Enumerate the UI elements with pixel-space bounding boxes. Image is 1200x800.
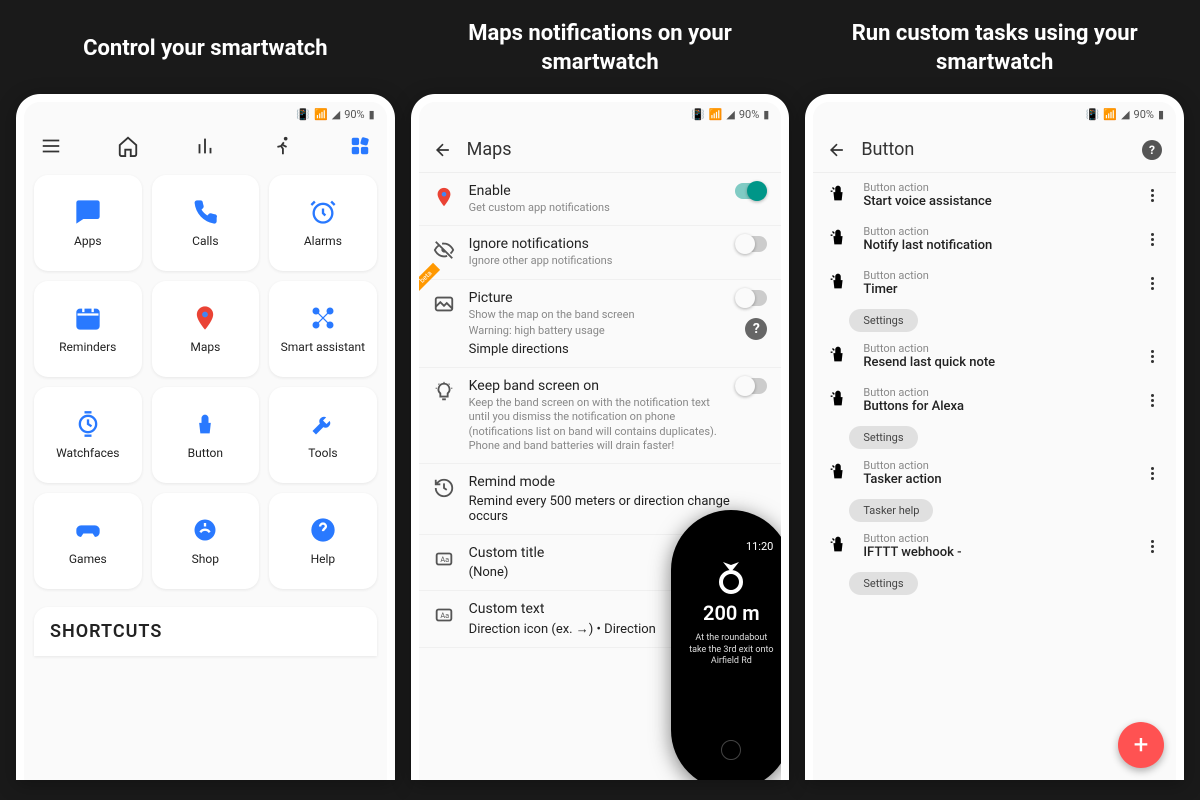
panel-button: Run custom tasks using your smartwatch 📳… — [805, 20, 1184, 780]
help-icon[interactable]: ? — [1142, 140, 1162, 160]
tile-maps[interactable]: Maps — [152, 281, 260, 377]
statusbar: 📳 📶 ◢ 90% ▮ — [24, 102, 387, 127]
tile-button[interactable]: Button — [152, 387, 260, 483]
phone-3: 📳📶◢ 90%▮ Button ? Button action Start vo… — [805, 94, 1184, 780]
bulb-icon — [433, 381, 455, 403]
tile-grid: Apps Calls Alarms Reminders Maps Smart a… — [24, 165, 387, 599]
chip-button[interactable]: Tasker help — [849, 499, 933, 522]
eye-off-icon — [433, 239, 455, 261]
panel-title-2: Maps notifications on your smartwatch — [411, 20, 790, 78]
more-icon[interactable] — [1142, 277, 1162, 290]
running-icon[interactable] — [271, 135, 293, 157]
action-row[interactable]: Button action IFTTT webhook - — [813, 524, 1176, 568]
screen-title: Button — [861, 139, 1128, 160]
tile-calls[interactable]: Calls — [152, 175, 260, 271]
tile-shop[interactable]: Shop — [152, 493, 260, 589]
panel-maps: Maps notifications on your smartwatch 📳📶… — [411, 20, 790, 780]
more-icon[interactable] — [1142, 540, 1162, 553]
tile-tools[interactable]: Tools — [269, 387, 377, 483]
action-row[interactable]: Button action Notify last notification — [813, 217, 1176, 261]
tap-icon — [827, 270, 849, 296]
header: Button ? — [813, 127, 1176, 173]
statusbar: 📳📶◢ 90%▮ — [813, 102, 1176, 127]
screen-title: Maps — [467, 139, 768, 160]
tap-icon — [827, 226, 849, 252]
topnav — [24, 127, 387, 165]
band-home-icon — [721, 740, 741, 760]
maps-pin-icon — [433, 186, 455, 208]
svg-text:Aa: Aa — [440, 555, 449, 564]
tile-reminders[interactable]: Reminders — [34, 281, 142, 377]
setting-enable[interactable]: EnableGet custom app notifications — [419, 173, 782, 226]
wifi-icon: 📶 — [314, 108, 328, 121]
tile-games[interactable]: Games — [34, 493, 142, 589]
toggle-picture[interactable] — [735, 290, 767, 306]
image-icon — [433, 293, 455, 315]
panel-title-1: Control your smartwatch — [16, 20, 395, 78]
shortcuts-header: SHORTCUTS — [34, 607, 377, 656]
vibrate-icon: 📳 — [296, 108, 310, 121]
menu-icon[interactable] — [40, 135, 62, 157]
action-row[interactable]: Button action Resend last quick note — [813, 334, 1176, 378]
chip-button[interactable]: Settings — [849, 426, 917, 449]
more-icon[interactable] — [1142, 350, 1162, 363]
more-icon[interactable] — [1142, 233, 1162, 246]
action-row[interactable]: Button action Tasker action — [813, 451, 1176, 495]
phone-2: 📳📶◢ 90%▮ Maps EnableGet custom app notif… — [411, 94, 790, 780]
tile-help[interactable]: Help — [269, 493, 377, 589]
chip-button[interactable]: Settings — [849, 309, 917, 332]
action-row[interactable]: Button action Timer — [813, 261, 1176, 305]
apps-icon[interactable] — [349, 135, 371, 157]
back-icon[interactable] — [827, 140, 847, 160]
more-icon[interactable] — [1142, 189, 1162, 202]
back-icon[interactable] — [433, 140, 453, 160]
tile-alarms[interactable]: Alarms — [269, 175, 377, 271]
toggle-keep[interactable] — [735, 378, 767, 394]
history-icon — [433, 477, 455, 499]
panel-title-3: Run custom tasks using your smartwatch — [805, 20, 1184, 78]
text-icon: Aa — [433, 548, 455, 570]
home-icon[interactable] — [117, 135, 139, 157]
tap-icon — [827, 387, 849, 413]
tile-assistant[interactable]: Smart assistant — [269, 281, 377, 377]
more-icon[interactable] — [1142, 467, 1162, 480]
battery-icon: ▮ — [369, 108, 375, 121]
chip-button[interactable]: Settings — [849, 572, 917, 595]
signal-icon: ◢ — [332, 108, 340, 121]
tile-watchfaces[interactable]: Watchfaces — [34, 387, 142, 483]
setting-keep[interactable]: Keep band screen onKeep the band screen … — [419, 368, 782, 464]
svg-text:Aa: Aa — [440, 611, 449, 620]
tap-icon — [827, 533, 849, 559]
header: Maps — [419, 127, 782, 173]
statusbar: 📳📶◢ 90%▮ — [419, 102, 782, 127]
tap-icon — [827, 182, 849, 208]
phone-1: 📳 📶 ◢ 90% ▮ Apps Calls Alarms Reminders … — [16, 94, 395, 780]
toggle-enable[interactable] — [735, 183, 767, 199]
action-row[interactable]: Button action Start voice assistance — [813, 173, 1176, 217]
more-icon[interactable] — [1142, 394, 1162, 407]
setting-ignore[interactable]: Ignore notificationsIgnore other app not… — [419, 226, 782, 279]
panel-control: Control your smartwatch 📳 📶 ◢ 90% ▮ Apps… — [16, 20, 395, 780]
help-icon[interactable]: ? — [745, 318, 767, 340]
toggle-ignore[interactable] — [735, 236, 767, 252]
text-icon: Aa — [433, 604, 455, 626]
tap-icon — [827, 460, 849, 486]
stats-icon[interactable] — [194, 135, 216, 157]
tile-apps[interactable]: Apps — [34, 175, 142, 271]
smartband-overlay: 11:20 200 m At the roundabout take the 3… — [671, 510, 789, 780]
fab-add[interactable]: + — [1118, 722, 1164, 768]
action-row[interactable]: Button action Buttons for Alexa — [813, 378, 1176, 422]
direction-icon — [711, 557, 751, 597]
tap-icon — [827, 343, 849, 369]
setting-picture[interactable]: beta PictureShow the map on the band scr… — [419, 280, 782, 369]
